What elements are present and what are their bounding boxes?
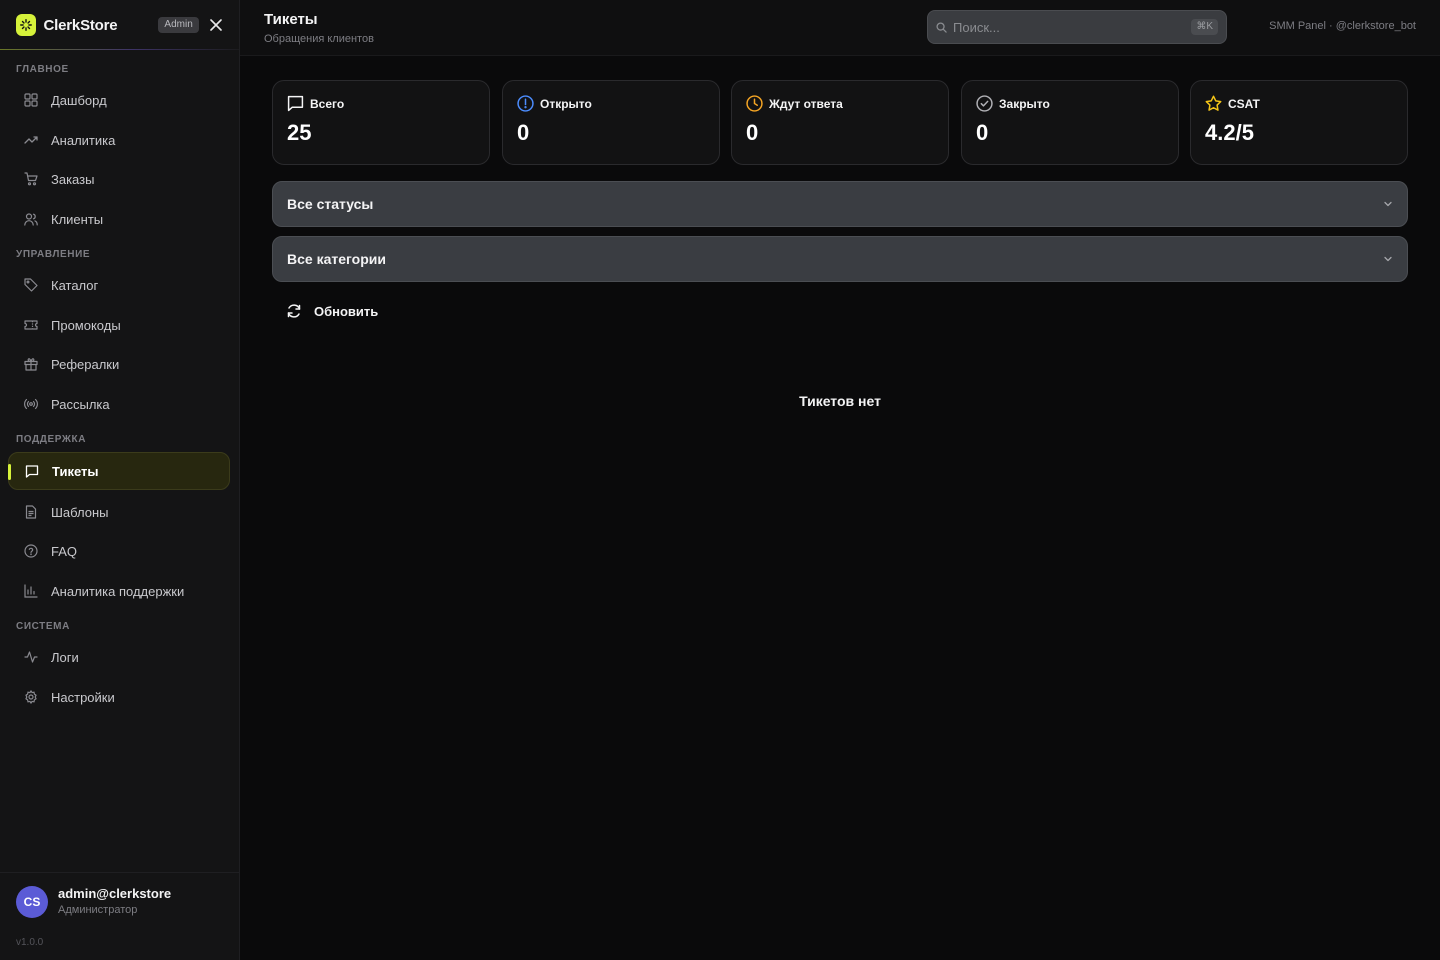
category-filter-value: Все категории [287, 251, 386, 267]
stat-value: 0 [517, 120, 530, 145]
activity-icon [24, 650, 38, 664]
section-title-main: ГЛАВНОЕ [16, 64, 69, 75]
sidebar-item-tickets[interactable]: Тикеты [8, 452, 230, 490]
message-icon [287, 95, 304, 112]
search-icon [936, 21, 947, 33]
brand-name: ClerkStore [43, 16, 118, 34]
broadcast-icon [24, 397, 38, 411]
user-profile[interactable]: CS admin@clerkstore Администратор v1.0.0 [0, 872, 239, 960]
bot-context: SMM Panel · @clerkstore_bot [1269, 20, 1416, 32]
chevron-down-icon [1384, 201, 1392, 207]
close-icon [210, 19, 222, 31]
sidebar-item-label: Аналитика поддержки [51, 583, 185, 599]
sidebar-item-label: Рефералки [51, 356, 120, 372]
topbar: Тикеты Обращения клиентов ⌘K SMM Panel ·… [240, 0, 1440, 56]
chevron-down-icon [1384, 256, 1392, 262]
check-circle-icon [976, 95, 993, 112]
sidebar-item-logs[interactable]: Логи [8, 638, 230, 676]
brand-header: ClerkStore Admin [0, 0, 239, 50]
sidebar-item-analytics[interactable]: Аналитика [8, 121, 230, 159]
tag-icon [24, 278, 38, 292]
stat-value: 25 [287, 120, 312, 145]
category-filter-select[interactable]: Все категории [272, 236, 1408, 282]
message-icon [25, 464, 39, 478]
sidebar-item-settings[interactable]: Настройки [8, 678, 230, 716]
refresh-icon [287, 304, 301, 318]
brand-logo-icon [16, 14, 36, 36]
sidebar-item-orders[interactable]: Заказы [8, 160, 230, 198]
search-input[interactable] [953, 19, 1192, 35]
sidebar-item-label: Каталог [51, 277, 99, 293]
status-filter-value: Все статусы [287, 196, 374, 212]
gift-icon [24, 357, 38, 371]
file-icon [24, 505, 38, 519]
clock-icon [746, 95, 763, 112]
ticket-icon [24, 318, 38, 332]
users-icon [24, 212, 38, 226]
stat-value: 4.2/5 [1205, 120, 1254, 145]
stat-value: 0 [976, 120, 989, 145]
stat-card-awaiting: Ждут ответа 0 [731, 80, 949, 165]
sidebar: ClerkStore Admin ГЛАВНОЕ Дашборд Аналити… [0, 0, 240, 960]
sidebar-item-mailing[interactable]: Рассылка [8, 385, 230, 423]
stat-card-total: Всего 25 [272, 80, 490, 165]
page-title: Тикеты [264, 11, 318, 28]
sidebar-item-label: Рассылка [51, 396, 110, 412]
sidebar-item-label: Заказы [51, 171, 95, 187]
stat-label: Всего [310, 96, 345, 111]
sidebar-item-templates[interactable]: Шаблоны [8, 493, 230, 531]
sidebar-item-label: Логи [51, 649, 79, 665]
sidebar-item-label: Клиенты [51, 211, 104, 227]
stat-card-csat: CSAT 4.2/5 [1190, 80, 1408, 165]
gear-icon [24, 690, 38, 704]
stat-label: Ждут ответа [769, 96, 843, 111]
sidebar-item-label: Аналитика [51, 132, 116, 148]
sidebar-item-referrals[interactable]: Рефералки [8, 345, 230, 383]
status-filter-select[interactable]: Все статусы [272, 181, 1408, 227]
page-subtitle: Обращения клиентов [264, 33, 374, 45]
grid-icon [24, 93, 38, 107]
app-version: v1.0.0 [16, 937, 44, 948]
alert-circle-icon [517, 95, 534, 112]
stat-card-open: Открыто 0 [502, 80, 720, 165]
stat-card-closed: Закрыто 0 [961, 80, 1179, 165]
sidebar-item-promocodes[interactable]: Промокоды [8, 306, 230, 344]
search-shortcut: ⌘K [1191, 19, 1218, 35]
trend-icon [24, 133, 38, 147]
sidebar-item-label: Тикеты [52, 463, 99, 479]
sidebar-item-label: Шаблоны [51, 504, 109, 520]
search-box[interactable]: ⌘K [927, 10, 1227, 44]
user-name: admin@clerkstore [58, 886, 172, 901]
sidebar-item-label: FAQ [51, 543, 78, 559]
bar-chart-icon [24, 584, 38, 598]
section-title-system: СИСТЕМА [16, 621, 70, 632]
refresh-button[interactable]: Обновить [286, 300, 378, 322]
stat-value: 0 [746, 120, 759, 145]
sidebar-item-dashboard[interactable]: Дашборд [8, 81, 230, 119]
empty-state-text: Тикетов нет [799, 393, 881, 409]
avatar: CS [16, 886, 48, 918]
sidebar-item-label: Промокоды [51, 317, 121, 333]
section-title-support: ПОДДЕРЖКА [16, 434, 87, 445]
stat-label: Закрыто [999, 96, 1050, 111]
refresh-label: Обновить [314, 303, 379, 319]
sidebar-item-faq[interactable]: FAQ [8, 532, 230, 570]
cart-icon [24, 172, 38, 186]
sidebar-item-label: Настройки [51, 689, 115, 705]
sidebar-item-catalog[interactable]: Каталог [8, 266, 230, 304]
help-circle-icon [24, 544, 38, 558]
stat-label: Открыто [540, 96, 592, 111]
star-icon [1205, 95, 1222, 111]
admin-badge: Admin [158, 17, 199, 33]
sidebar-item-label: Дашборд [51, 92, 107, 108]
user-role: Администратор [58, 904, 138, 916]
sidebar-item-support-analytics[interactable]: Аналитика поддержки [8, 572, 230, 610]
sidebar-item-clients[interactable]: Клиенты [8, 200, 230, 238]
stat-label: CSAT [1228, 96, 1260, 111]
section-title-management: УПРАВЛЕНИЕ [16, 249, 91, 260]
close-sidebar-button[interactable] [209, 17, 223, 33]
